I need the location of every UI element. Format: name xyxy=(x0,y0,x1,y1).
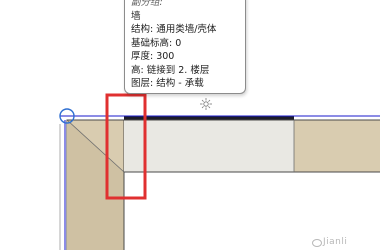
tooltip-element-type: 墙 xyxy=(131,10,141,22)
selected-wall-segment[interactable] xyxy=(124,119,294,172)
tooltip-structure: 结构: 通用类墙/壳体 xyxy=(131,24,217,35)
tooltip-height: 高: 链接到 2. 楼层 xyxy=(131,64,210,76)
watermark-chat-icon xyxy=(312,239,322,247)
watermark-text: Jianli xyxy=(323,237,348,247)
element-info-tooltip: 副分组: 墙 结构: 通用类墙/壳体 基础标高: 0 厚度: 300 高: 链接… xyxy=(124,0,246,94)
tooltip-subgroup-label: 副分组: xyxy=(131,0,163,8)
tooltip-layer: 图层: 结构 - 承载 xyxy=(131,78,204,89)
cursor-icon xyxy=(200,98,212,110)
tooltip-thickness: 厚度: 300 xyxy=(131,51,175,62)
drawing-canvas[interactable]: 副分组: 墙 结构: 通用类墙/壳体 基础标高: 0 厚度: 300 高: 链接… xyxy=(0,0,380,250)
tooltip-base-level: 基础标高: 0 xyxy=(131,37,182,49)
